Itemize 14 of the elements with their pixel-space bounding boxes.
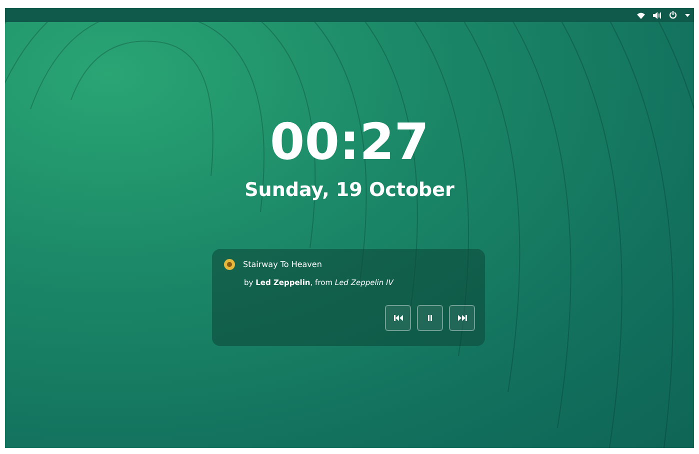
next-icon <box>458 315 466 321</box>
next-button[interactable] <box>449 305 475 331</box>
caret-icon[interactable] <box>685 14 690 16</box>
volume-icon[interactable] <box>653 12 661 18</box>
track-title: Stairway To Heaven <box>243 260 322 269</box>
pause-button[interactable] <box>417 305 443 331</box>
previous-icon <box>394 315 402 321</box>
clock: 00:27 <box>270 114 430 170</box>
wifi-icon[interactable] <box>637 12 645 18</box>
music-app-icon <box>224 259 235 270</box>
previous-button[interactable] <box>385 305 411 331</box>
power-icon[interactable] <box>669 11 677 19</box>
pause-icon <box>428 315 432 321</box>
date: Sunday, 19 October <box>244 178 454 202</box>
